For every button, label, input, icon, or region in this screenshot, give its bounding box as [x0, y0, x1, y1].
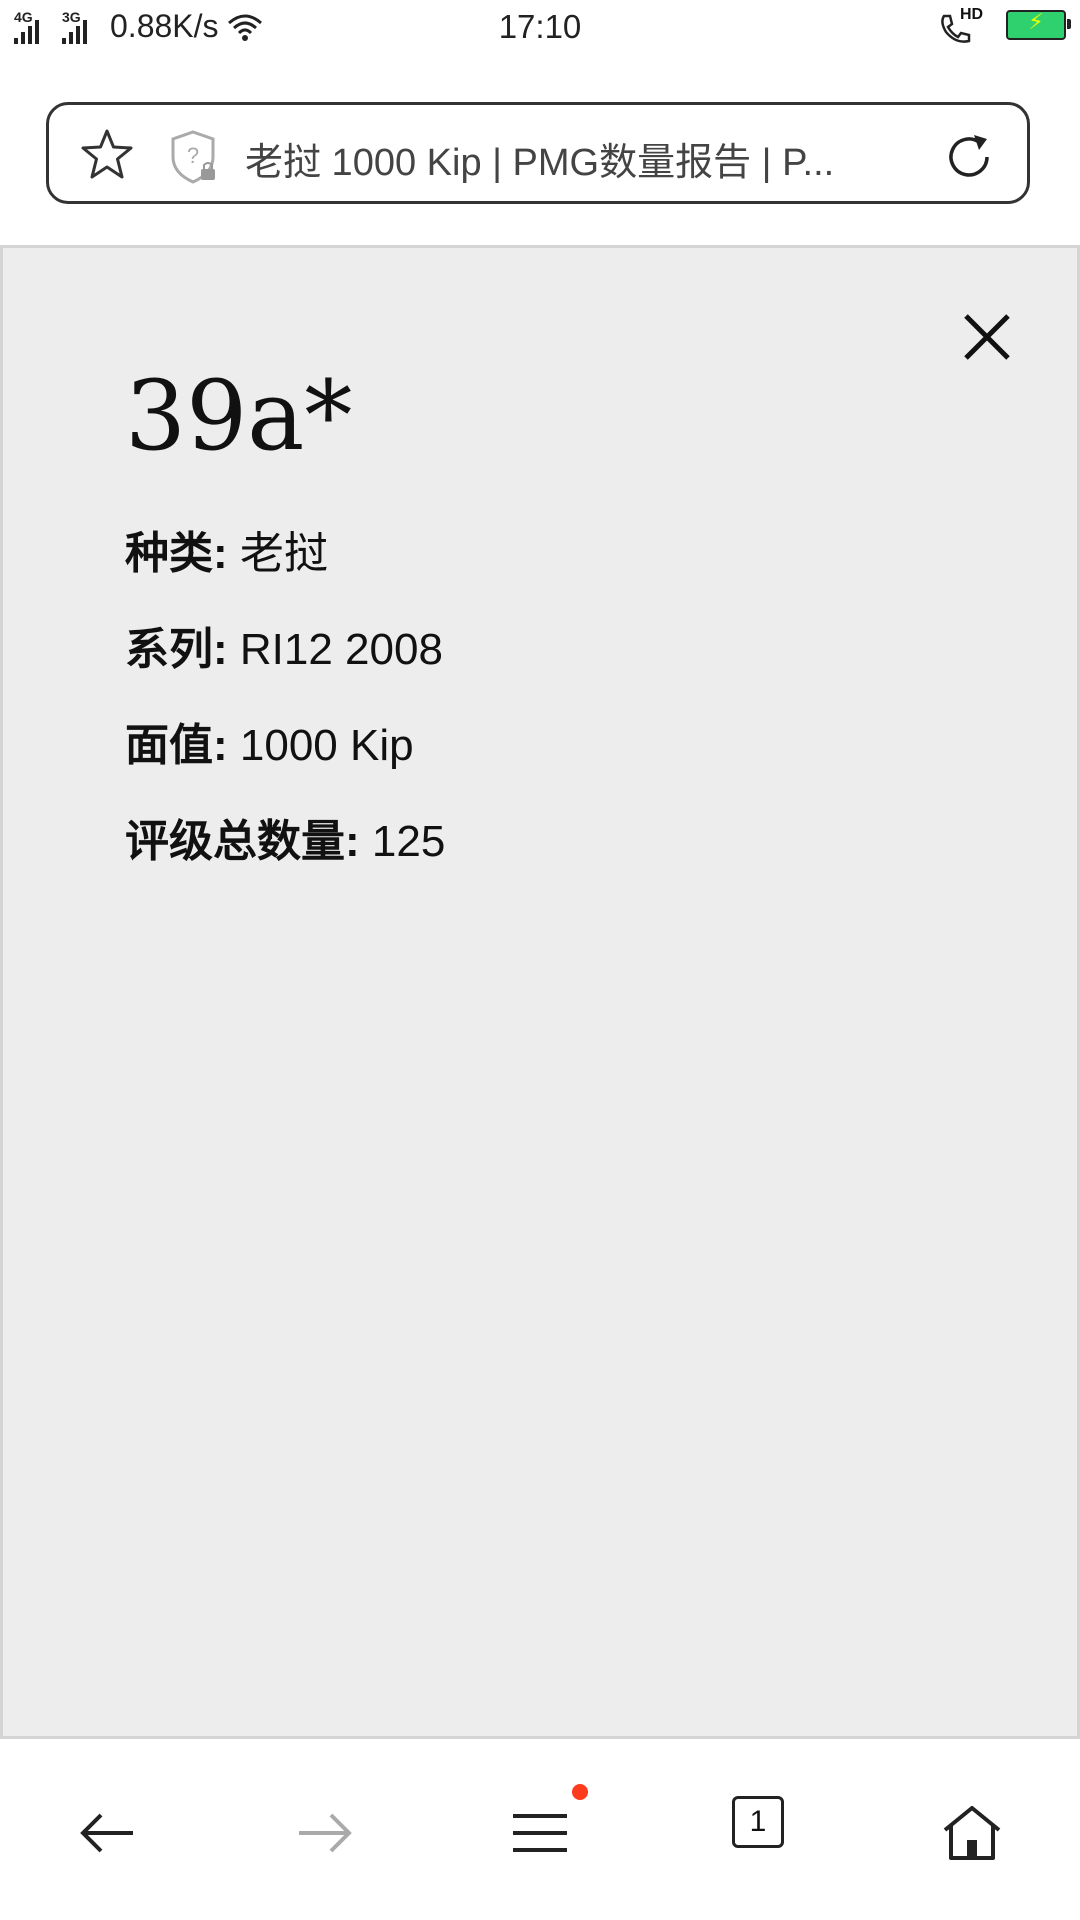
- home-icon[interactable]: [939, 1800, 1005, 1866]
- detail-list: 种类: 老挝 系列: RI12 2008 面值: 1000 Kip 评级总数量:…: [125, 526, 445, 910]
- bottom-nav: 1: [0, 1740, 1080, 1920]
- address-bar[interactable]: ? 老挝 1000 Kip | PMG数量报告 | P...: [46, 102, 1030, 204]
- status-right: HD ⚡: [938, 6, 1071, 43]
- hd-badge: HD: [960, 6, 984, 23]
- detail-row-category: 种类: 老挝: [125, 526, 445, 622]
- status-time: 17:10: [498, 8, 582, 45]
- detail-key: 系列:: [125, 625, 228, 674]
- page-title-url[interactable]: 老挝 1000 Kip | PMG数量报告 | P...: [245, 131, 885, 186]
- status-bar: 4G 3G 0.88K/s 17:10 HD ⚡: [0, 0, 1080, 60]
- detail-row-total-graded: 评级总数量: 125: [125, 814, 445, 910]
- svg-text:?: ?: [187, 143, 199, 168]
- panel-title: 39a*: [125, 360, 353, 472]
- back-arrow-icon[interactable]: [75, 1800, 141, 1866]
- detail-key: 面值:: [125, 721, 228, 770]
- forward-arrow-icon[interactable]: [291, 1800, 357, 1866]
- hd-call-icon: HD: [938, 6, 984, 43]
- security-shield-icon[interactable]: ?: [167, 129, 219, 185]
- detail-key: 评级总数量:: [125, 817, 360, 866]
- bookmark-star-icon[interactable]: [79, 127, 135, 183]
- detail-value: 1000 Kip: [227, 721, 414, 770]
- notification-dot: [572, 1784, 588, 1800]
- detail-value: 老挝: [227, 529, 328, 578]
- detail-row-series: 系列: RI12 2008: [125, 622, 445, 718]
- detail-panel: 39a* 种类: 老挝 系列: RI12 2008 面值: 1000 Kip 评…: [0, 245, 1080, 1739]
- detail-value: RI12 2008: [227, 625, 443, 674]
- close-icon[interactable]: [960, 310, 1014, 364]
- detail-value: 125: [359, 817, 446, 866]
- tabs-button[interactable]: 1: [732, 1796, 784, 1848]
- detail-row-denomination: 面值: 1000 Kip: [125, 718, 445, 814]
- detail-key: 种类:: [125, 529, 228, 578]
- battery-icon: ⚡: [1006, 9, 1071, 40]
- menu-icon[interactable]: [507, 1800, 573, 1866]
- reload-icon[interactable]: [941, 129, 997, 185]
